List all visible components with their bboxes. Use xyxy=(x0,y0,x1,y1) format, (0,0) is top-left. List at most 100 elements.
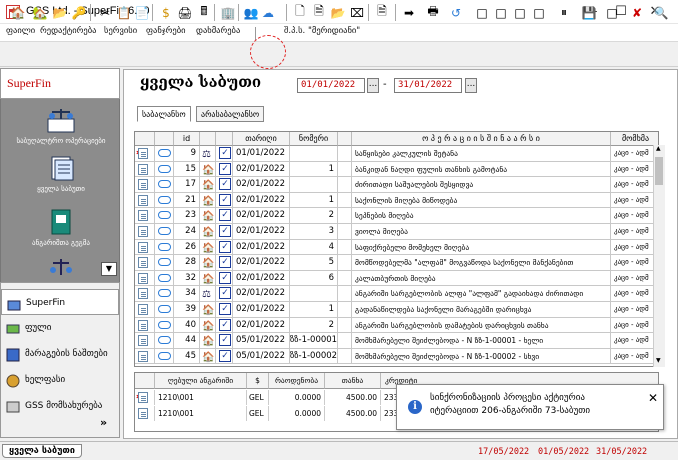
col-header-description[interactable]: ო პ ე რ ა ც ი ი ს შ ი ნ ა ა რ ს ი xyxy=(352,132,611,146)
row-doc-cell[interactable] xyxy=(135,208,155,224)
menu-help[interactable]: დახმარება xyxy=(196,26,240,36)
table-scrollbar-thumb[interactable] xyxy=(655,157,663,185)
table-row[interactable]: 17 🏠 ✓ 02/01/2022 ძირითადი საშუალების შესყიდ… xyxy=(135,177,658,193)
search-icon[interactable]: 🔍 xyxy=(651,3,671,22)
row-check-cell[interactable]: ✓ xyxy=(216,161,233,177)
table-row[interactable]: 23 🏠 ✓ 02/01/2022 2 სეპნების მიღება კაცი - ადმ xyxy=(135,208,658,224)
table-row[interactable]: 28 🏠 ✓ 02/01/2022 5 მომწოდებელმა "ალფამ" მოგვ… xyxy=(135,255,658,271)
row-check-cell[interactable]: ✓ xyxy=(216,255,233,271)
row-doc-cell[interactable] xyxy=(135,239,155,255)
table-row[interactable]: 45 🏠 ✓ 05/01/2022 ზზ-1-00002 მომხმარებელი შეი… xyxy=(135,348,658,365)
menu-edit[interactable]: რედაქტირება xyxy=(40,26,96,36)
table-row[interactable]: 32 🏠 ✓ 02/01/2022 6 კალათბურთის მიღება კაცი - … xyxy=(135,270,658,287)
back-icon[interactable]: ⏸ xyxy=(554,3,574,22)
col-header-user[interactable]: მომხმა xyxy=(611,132,658,146)
nav-group-superfin[interactable]: SuperFin xyxy=(1,289,119,315)
print-icon[interactable]: 🖶 xyxy=(423,3,443,22)
table-row[interactable]: 24 🏠 ✓ 02/01/2022 3 ვიოლა მიღება კაცი - ადმ xyxy=(135,224,658,240)
row-doc-cell[interactable] xyxy=(135,192,155,208)
scroll-down-arrow[interactable]: ▼ xyxy=(656,357,661,364)
col-header-date[interactable]: თარიღი xyxy=(233,132,290,146)
window-tab-all-documents[interactable]: ყველა საბუთი xyxy=(2,444,82,458)
date-from-field[interactable]: 01/01/2022 xyxy=(297,78,365,93)
house-red-icon[interactable]: 🏢 xyxy=(218,3,238,22)
cut-icon[interactable]: ✂ xyxy=(95,3,115,22)
nav-scroll-down-button[interactable]: ▼ xyxy=(101,262,117,276)
row-check-cell[interactable]: ✓ xyxy=(216,333,233,349)
tab-off-balance[interactable]: არასაბალანსო xyxy=(196,106,265,122)
entry-icon-cell[interactable] xyxy=(135,406,155,421)
row-check-cell[interactable]: ✓ xyxy=(216,146,233,161)
nav-tile-chart-of-accounts[interactable]: ანგარიშთა გეგმა xyxy=(1,209,121,247)
notification-close-button[interactable]: ✕ xyxy=(648,391,658,405)
table-row[interactable]: 39 🏠 ✓ 02/01/2022 1 გადანაწილდება საქონელი მა… xyxy=(135,302,658,318)
row-check-cell[interactable]: ✓ xyxy=(216,208,233,224)
table-row[interactable]: 21 🏠 ✓ 02/01/2022 1 საქონლის მიღება მიწოდება კ… xyxy=(135,192,658,209)
window-e-icon[interactable]: □ xyxy=(602,3,622,22)
window-a-icon[interactable]: □ xyxy=(472,3,492,22)
tab-balance[interactable]: საბალანსო xyxy=(137,106,191,122)
row-doc-cell[interactable] xyxy=(135,302,155,317)
home-icon[interactable]: 🏠 xyxy=(8,3,28,22)
copy-doc-icon[interactable]: 🗎 xyxy=(309,3,329,22)
entry-icon-cell[interactable]: ✱ xyxy=(135,390,155,405)
row-check-cell[interactable]: ✓ xyxy=(216,270,233,286)
new-doc-icon[interactable]: 🗋 xyxy=(290,3,310,22)
menu-service[interactable]: სერვისი xyxy=(104,26,137,36)
date-from-picker-button[interactable]: ... xyxy=(367,78,379,93)
table-row[interactable]: 15 🏠 ✓ 02/01/2022 1 ბანკიდან ნაღდი ფულის თანხ… xyxy=(135,161,658,178)
nav-group-salary[interactable]: ხელფასი xyxy=(1,367,119,393)
table-row[interactable]: 34 ⚖ ✓ 02/01/2022 ანგარიში სარგებლობის ალფა … xyxy=(135,286,658,302)
row-check-cell[interactable]: ✓ xyxy=(216,192,233,208)
folder-home-icon[interactable]: 🏡 xyxy=(30,3,50,22)
menu-file[interactable]: ფაილი xyxy=(6,26,35,36)
table-row[interactable]: ✱ 9⚖ ✓01/01/2022 საწყისები კალკულის შეტანაკ… xyxy=(135,146,658,162)
row-doc-cell[interactable] xyxy=(135,161,155,177)
row-doc-cell[interactable] xyxy=(135,177,155,193)
row-check-cell[interactable]: ✓ xyxy=(216,317,233,333)
nav-more-button[interactable]: » xyxy=(100,416,107,429)
window-d-icon[interactable]: □ xyxy=(529,3,549,22)
table-row[interactable]: 26 🏠 ✓ 02/01/2022 4 საფიქრებელი მომეხელ მიღებ… xyxy=(135,239,658,256)
row-check-cell[interactable]: ✓ xyxy=(216,224,233,239)
col-header-id[interactable]: id xyxy=(174,132,200,146)
key-icon[interactable]: 🔑 xyxy=(69,3,89,22)
delete-doc-icon[interactable]: ⌧ xyxy=(347,3,367,22)
row-doc-cell[interactable] xyxy=(135,270,155,286)
report-icon[interactable]: 🗎 xyxy=(372,3,392,22)
entries-col-qty[interactable]: რაოდენობა xyxy=(269,373,325,389)
window-c-icon[interactable]: □ xyxy=(510,3,530,22)
save-icon[interactable]: 💾 xyxy=(579,3,599,22)
row-doc-cell[interactable] xyxy=(135,286,155,302)
row-check-cell[interactable]: ✓ xyxy=(216,348,233,364)
row-doc-cell[interactable] xyxy=(135,348,155,364)
open-doc-icon[interactable]: 📂 xyxy=(328,3,348,22)
row-doc-cell[interactable] xyxy=(135,333,155,349)
cloud-sync-icon[interactable]: ☁ xyxy=(258,3,278,22)
menu-company[interactable]: შ.პ.ს. "მერიდიანი" xyxy=(284,26,360,36)
calculator-icon[interactable]: 🖩 xyxy=(194,3,214,22)
refresh-icon[interactable]: ↺ xyxy=(446,3,466,22)
arrow-right-icon[interactable]: ➡ xyxy=(399,3,419,22)
window-b-icon[interactable]: □ xyxy=(491,3,511,22)
row-doc-cell[interactable] xyxy=(135,255,155,271)
menu-windows[interactable]: ფანჯრები xyxy=(146,26,186,36)
scroll-up-arrow[interactable]: ▲ xyxy=(656,145,661,152)
row-doc-cell[interactable]: ✱ xyxy=(135,146,155,161)
print-preview-icon[interactable]: 🖨 xyxy=(175,3,195,22)
nav-group-inventory[interactable]: მარაგების ნაშთები xyxy=(1,341,119,367)
row-doc-cell[interactable] xyxy=(135,317,155,333)
nav-tile-operations[interactable]: საბუღალტრო ოპერაციები xyxy=(1,107,121,145)
nav-tile-all-documents[interactable]: ყველა საბუთი xyxy=(1,155,121,193)
folder-open-icon[interactable]: 📂 xyxy=(50,3,70,22)
entries-col-amount[interactable]: თანხა xyxy=(325,373,381,389)
table-row[interactable]: 40 🏠 ✓ 02/01/2022 2 ანგარიში სარგებლობის დამა… xyxy=(135,317,658,334)
row-check-cell[interactable]: ✓ xyxy=(216,302,233,317)
dollar-icon[interactable]: $ xyxy=(156,3,176,22)
cancel-icon[interactable]: ✘ xyxy=(627,3,647,22)
paste-icon[interactable]: 📄 xyxy=(132,3,152,22)
nav-group-money[interactable]: ფული xyxy=(1,315,119,341)
copy-icon[interactable]: 📋 xyxy=(114,3,134,22)
row-check-cell[interactable]: ✓ xyxy=(216,177,233,193)
row-check-cell[interactable]: ✓ xyxy=(216,239,233,255)
